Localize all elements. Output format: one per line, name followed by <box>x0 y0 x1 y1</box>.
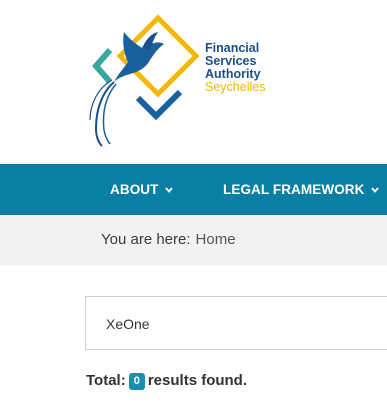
main-navbar: ABOUT LEGAL FRAMEWORK <box>0 164 387 215</box>
nav-item-about-label: ABOUT <box>110 182 159 197</box>
results-summary: Total: 0 results found. <box>86 370 247 392</box>
nav-item-about[interactable]: ABOUT <box>110 164 173 215</box>
search-input[interactable] <box>106 297 386 351</box>
search-field-container <box>85 296 387 351</box>
site-header: Financial Services Authority Seychelles <box>0 0 387 164</box>
breadcrumb-home-link[interactable]: Home <box>196 231 236 248</box>
logo-wordmark[interactable]: Financial Services Authority Seychelles <box>205 42 265 94</box>
chevron-down-icon <box>164 163 173 214</box>
fsa-logo-icon[interactable] <box>84 10 204 150</box>
breadcrumb: You are here: Home <box>101 215 236 265</box>
chevron-down-icon <box>370 163 379 214</box>
nav-item-legal-framework[interactable]: LEGAL FRAMEWORK <box>223 164 379 215</box>
breadcrumb-bar: You are here: Home <box>0 215 387 265</box>
results-suffix: results found. <box>147 372 248 389</box>
results-count-badge: 0 <box>128 373 145 390</box>
breadcrumb-prefix: You are here: <box>101 231 191 248</box>
logo-line-seychelles: Seychelles <box>205 80 266 94</box>
results-total-label: Total: <box>86 372 126 389</box>
nav-item-legal-framework-label: LEGAL FRAMEWORK <box>223 182 365 197</box>
